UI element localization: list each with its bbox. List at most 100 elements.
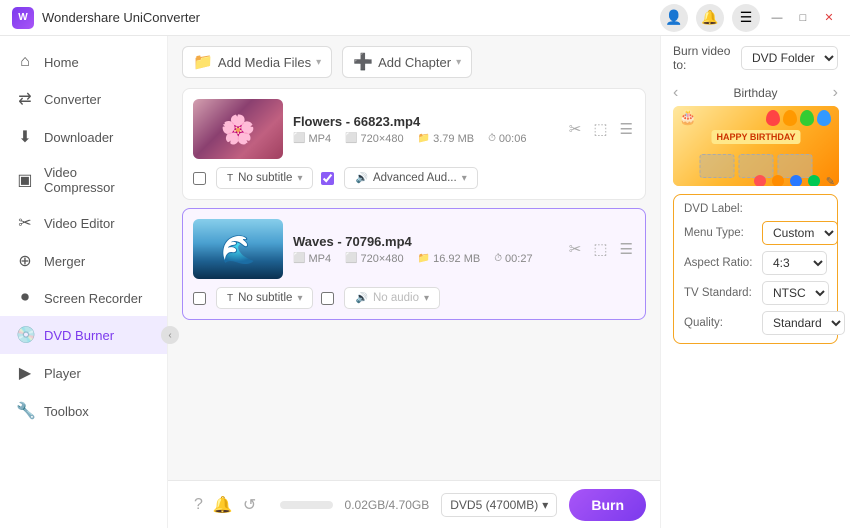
preview-edit-icon[interactable]: ✎ bbox=[826, 175, 835, 186]
main-layout: ⌂ Home ⇄ Converter ⬇ Downloader ▣ Video … bbox=[0, 36, 850, 528]
add-media-arrow: ▾ bbox=[316, 57, 321, 68]
sidebar-item-screen-recorder[interactable]: ⏺ Screen Recorder bbox=[0, 280, 167, 316]
sidebar-item-toolbox[interactable]: 🔧 Toolbox bbox=[0, 392, 167, 430]
preview-dot-1[interactable] bbox=[754, 175, 766, 186]
subtitle-label-1: No subtitle bbox=[238, 172, 292, 184]
file-card-bottom-1: T No subtitle ▾ 🔊 Advanced Aud... ▾ bbox=[193, 167, 635, 189]
add-media-icon: 📁 bbox=[193, 52, 213, 72]
app-title: Wondershare UniConverter bbox=[42, 10, 660, 25]
file-actions-2: ✂ ⬚ ☰ bbox=[567, 238, 635, 260]
sidebar-item-player[interactable]: ▶ Player bbox=[0, 354, 167, 392]
close-button[interactable]: ✕ bbox=[820, 9, 838, 27]
sidebar-item-video-editor[interactable]: ✂ Video Editor bbox=[0, 204, 167, 242]
audio-button-2[interactable]: 🔊 No audio ▾ bbox=[344, 287, 440, 309]
audio-checkbox-1[interactable] bbox=[321, 172, 334, 185]
sidebar-item-home[interactable]: ⌂ Home bbox=[0, 44, 167, 80]
toolbox-icon: 🔧 bbox=[16, 401, 34, 421]
add-chapter-arrow: ▾ bbox=[456, 57, 461, 68]
preview-dot-4[interactable] bbox=[808, 175, 820, 186]
notification-icon[interactable]: 🔔 bbox=[213, 495, 233, 515]
add-chapter-label: Add Chapter bbox=[378, 55, 451, 70]
sidebar-item-dvd-burner[interactable]: 💿 DVD Burner ‹ bbox=[0, 316, 167, 354]
size-icon-2: 📁 bbox=[418, 253, 430, 264]
audio-label-2: No audio bbox=[373, 292, 419, 304]
crop-icon-1[interactable]: ⬚ bbox=[591, 118, 609, 140]
subtitle-checkbox-1[interactable] bbox=[193, 172, 206, 185]
quality-select[interactable]: Standard bbox=[762, 311, 845, 335]
preview-title: Birthday bbox=[733, 86, 777, 100]
cut-icon-1[interactable]: ✂ bbox=[567, 118, 584, 140]
audio-check-1 bbox=[321, 172, 334, 185]
add-chapter-button[interactable]: ➕ Add Chapter ▾ bbox=[342, 46, 472, 78]
tv-standard-label: TV Standard: bbox=[684, 287, 756, 299]
disc-type-label: DVD5 (4700MB) bbox=[450, 498, 538, 512]
res-icon-2: ⬜ bbox=[345, 253, 357, 264]
refresh-icon[interactable]: ↺ bbox=[243, 495, 256, 515]
file-format-2: ⬜ MP4 bbox=[293, 253, 331, 265]
audio-arrow-1: ▾ bbox=[462, 173, 467, 184]
disc-select[interactable]: DVD5 (4700MB) ▾ bbox=[441, 493, 557, 517]
disc-select-arrow: ▾ bbox=[542, 498, 548, 512]
user-icon[interactable]: 👤 bbox=[660, 4, 688, 32]
sidebar-item-merger[interactable]: ⊕ Merger bbox=[0, 242, 167, 280]
bell-icon[interactable]: 🔔 bbox=[696, 4, 724, 32]
balloon-red bbox=[766, 110, 780, 126]
decor-cake: 🎂 bbox=[679, 109, 696, 126]
sidebar-label-player: Player bbox=[44, 366, 81, 381]
file-res-1: ⬜ 720×480 bbox=[345, 133, 404, 145]
add-media-button[interactable]: 📁 Add Media Files ▾ bbox=[182, 46, 332, 78]
menu-icon[interactable]: ☰ bbox=[732, 4, 760, 32]
sidebar-label-converter: Converter bbox=[44, 92, 101, 107]
sidebar-label-home: Home bbox=[44, 55, 79, 70]
menu-type-select[interactable]: Custom bbox=[762, 221, 838, 245]
subtitle-checkbox-2[interactable] bbox=[193, 292, 206, 305]
file-name-2: Waves - 70796.mp4 bbox=[293, 234, 557, 249]
tv-standard-select[interactable]: NTSC bbox=[762, 281, 829, 305]
audio-checkbox-2[interactable] bbox=[321, 292, 334, 305]
preview-dot-2[interactable] bbox=[772, 175, 784, 186]
subtitle-button-1[interactable]: T No subtitle ▾ bbox=[216, 167, 313, 189]
sidebar-collapse-button[interactable]: ‹ bbox=[161, 326, 179, 344]
burn-dest-select[interactable]: DVD Folder bbox=[741, 46, 838, 70]
audio-label-1: Advanced Aud... bbox=[373, 172, 457, 184]
sidebar-item-converter[interactable]: ⇄ Converter bbox=[0, 80, 167, 118]
file-meta-2: ⬜ MP4 ⬜ 720×480 📁 16.92 MB bbox=[293, 253, 557, 265]
crop-icon-2[interactable]: ⬚ bbox=[591, 238, 609, 260]
preview-dot-3[interactable] bbox=[790, 175, 802, 186]
aspect-ratio-select[interactable]: 4:3 bbox=[762, 251, 827, 275]
progress-bar bbox=[280, 501, 332, 509]
file-card-bottom-2: T No subtitle ▾ 🔊 No audio ▾ bbox=[193, 287, 635, 309]
file-thumbnail-2: 🌊 bbox=[193, 219, 283, 279]
file-card-top-2: 🌊 Waves - 70796.mp4 ⬜ MP4 ⬜ 720×480 bbox=[193, 219, 635, 279]
dur-icon-2: ⏱ bbox=[494, 253, 502, 264]
preview-nav-left[interactable]: ‹ bbox=[673, 84, 678, 102]
maximize-button[interactable]: □ bbox=[794, 9, 812, 27]
preview-controls: ✎ bbox=[754, 175, 835, 186]
subtitle-arrow-2: ▾ bbox=[297, 293, 302, 304]
minimize-button[interactable]: — bbox=[768, 9, 786, 27]
sidebar-label-toolbox: Toolbox bbox=[44, 404, 89, 419]
sidebar-item-downloader[interactable]: ⬇ Downloader bbox=[0, 118, 167, 156]
help-icon[interactable]: ? bbox=[194, 496, 203, 514]
subtitle-button-2[interactable]: T No subtitle ▾ bbox=[216, 287, 313, 309]
preview-image: 🎂 HAPPY BIRTHDAY ✎ bbox=[673, 106, 839, 186]
home-icon: ⌂ bbox=[16, 53, 34, 71]
recorder-icon: ⏺ bbox=[16, 289, 34, 307]
balloon-green bbox=[800, 110, 814, 126]
more-icon-2[interactable]: ☰ bbox=[618, 238, 635, 260]
cut-icon-2[interactable]: ✂ bbox=[567, 238, 584, 260]
titlebar: W Wondershare UniConverter 👤 🔔 ☰ — □ ✕ bbox=[0, 0, 850, 36]
sidebar-item-video-compressor[interactable]: ▣ Video Compressor bbox=[0, 156, 167, 204]
more-icon-1[interactable]: ☰ bbox=[618, 118, 635, 140]
audio-button-1[interactable]: 🔊 Advanced Aud... ▾ bbox=[344, 167, 477, 189]
preview-navigation: ‹ Birthday › bbox=[661, 80, 850, 106]
preview-nav-right[interactable]: › bbox=[833, 84, 838, 102]
birthday-banner-text: HAPPY BIRTHDAY bbox=[711, 130, 800, 144]
aspect-ratio-label: Aspect Ratio: bbox=[684, 257, 756, 269]
balloon-blue bbox=[817, 110, 831, 126]
format-icon-2: ⬜ bbox=[293, 253, 305, 264]
burn-button[interactable]: Burn bbox=[569, 489, 646, 521]
format-icon-1: ⬜ bbox=[293, 133, 305, 144]
subtitle-check-2 bbox=[193, 292, 206, 305]
thumb-waves-img: 🌊 bbox=[193, 219, 283, 279]
